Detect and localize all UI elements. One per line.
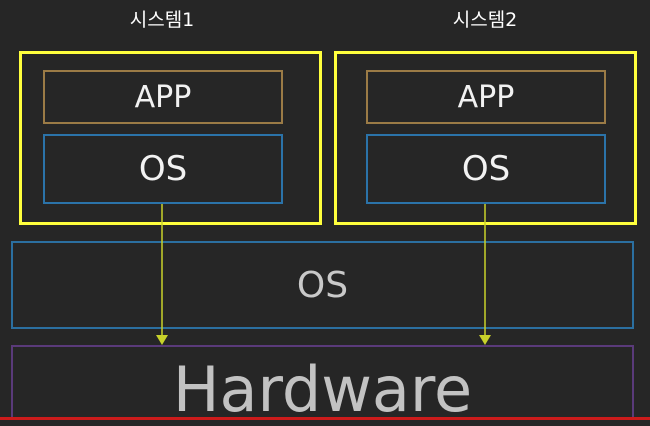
arrows-overlay — [156, 204, 491, 345]
system1-arrow-head — [156, 335, 168, 345]
system2-arrow-head — [479, 335, 491, 345]
